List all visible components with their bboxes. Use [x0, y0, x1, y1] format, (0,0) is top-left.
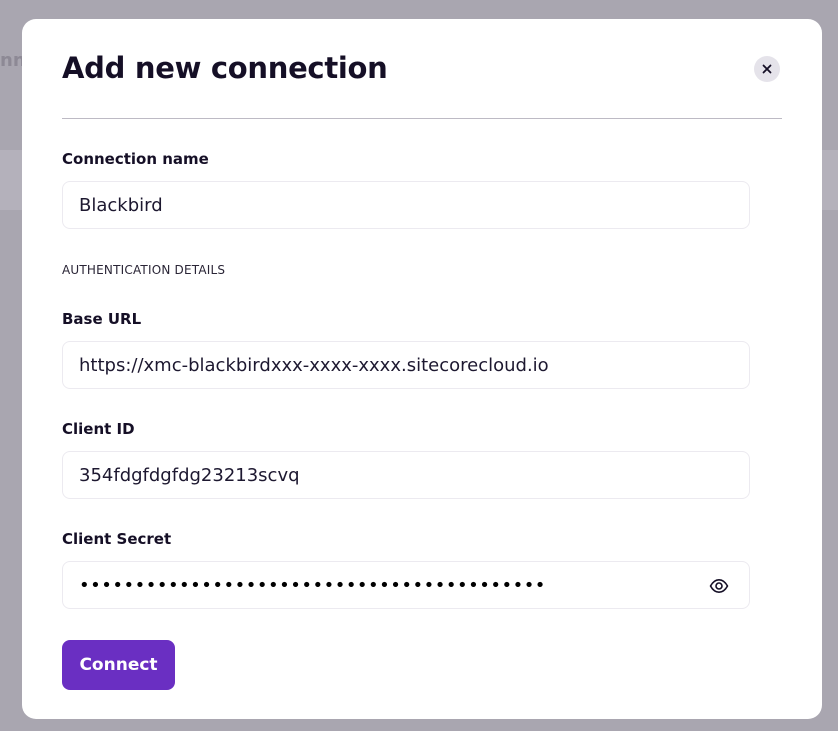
base-url-input[interactable]: https://xmc-blackbirdxxx-xxxx-xxxx.sitec…	[62, 341, 750, 389]
header-divider	[62, 118, 782, 119]
client-secret-label: Client Secret	[62, 530, 172, 548]
client-secret-input[interactable]: ••••••••••••••••••••••••••••••••••••••••…	[62, 561, 750, 609]
base-url-label: Base URL	[62, 310, 142, 328]
connection-name-input[interactable]: Blackbird	[62, 181, 750, 229]
connection-name-label: Connection name	[62, 150, 209, 168]
connect-button[interactable]: Connect	[62, 640, 175, 690]
dialog-title: Add new connection	[62, 51, 388, 85]
client-id-input[interactable]: 354fdgfdgfdg23213scvq	[62, 451, 750, 499]
client-id-value: 354fdgfdgfdg23213scvq	[79, 464, 300, 486]
close-icon	[762, 64, 772, 74]
client-secret-masked-value: ••••••••••••••••••••••••••••••••••••••••…	[79, 574, 546, 596]
background-app-title: nn	[0, 50, 22, 70]
client-id-label: Client ID	[62, 420, 135, 438]
eye-icon	[709, 579, 729, 593]
close-button[interactable]	[754, 56, 780, 82]
base-url-value: https://xmc-blackbirdxxx-xxxx-xxxx.sitec…	[79, 354, 549, 376]
show-secret-toggle[interactable]	[709, 576, 729, 596]
connection-name-value: Blackbird	[79, 194, 163, 216]
add-connection-dialog: Add new connection Connection name Black…	[22, 19, 822, 719]
authentication-details-heading: AUTHENTICATION DETAILS	[62, 263, 226, 277]
